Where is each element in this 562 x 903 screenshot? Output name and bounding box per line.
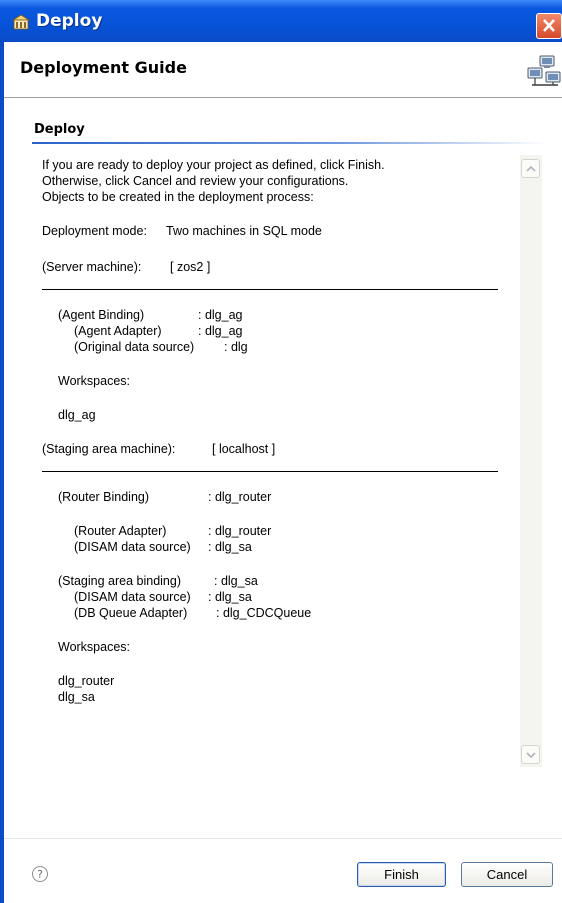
page-title: Deployment Guide (20, 58, 187, 77)
server-machine-label: (Server machine): (42, 260, 142, 274)
section-title: Deploy (34, 122, 85, 137)
workspace-item: dlg_router (58, 674, 115, 688)
router-binding-label: (Router Binding) (58, 490, 150, 504)
chevron-up-icon (526, 165, 536, 172)
section-divider (32, 142, 548, 144)
wizard-header: Deployment Guide (4, 42, 562, 98)
scroll-down-button[interactable] (521, 745, 540, 764)
footer-divider (4, 838, 562, 839)
staging-binding-value: : dlg_sa (214, 574, 258, 588)
title-bar[interactable]: Deploy (0, 0, 562, 42)
intro-line-1: If you are ready to deploy your project … (42, 158, 385, 172)
staging-machine-value: [ localhost ] (212, 442, 276, 456)
scroll-up-button[interactable] (521, 159, 540, 178)
window-title: Deploy (36, 11, 103, 31)
router-adapter-label: (Router Adapter) (74, 524, 167, 538)
router-adapter-value: : dlg_router (208, 524, 272, 538)
db-queue-adapter-label: (DB Queue Adapter) (74, 606, 188, 620)
cancel-button[interactable]: Cancel (461, 862, 553, 887)
vertical-scrollbar[interactable] (520, 155, 542, 767)
agent-adapter-value: : dlg_ag (198, 324, 243, 338)
close-icon (543, 19, 555, 32)
disam-datasource-value: : dlg_sa (208, 540, 252, 554)
workspaces-label: Workspaces: (58, 640, 131, 654)
workspace-item: dlg_ag (58, 408, 96, 422)
original-datasource-label: (Original data source) (74, 340, 195, 354)
mode-label: Deployment mode: (42, 224, 147, 238)
building-icon (12, 14, 30, 30)
deploy-dialog: Deploy Deployment Guide Deploy If you ar… (0, 0, 562, 903)
disam-datasource-label: (DISAM data source) (74, 590, 191, 604)
finish-button[interactable]: Finish (357, 862, 446, 887)
agent-binding-label: (Agent Binding) (58, 308, 145, 322)
deployment-summary-text[interactable]: If you are ready to deploy your project … (42, 158, 512, 768)
separator-line (42, 471, 498, 472)
mode-value: Two machines in SQL mode (166, 224, 322, 238)
separator-line (42, 289, 498, 290)
help-icon[interactable]: ? (32, 866, 48, 882)
agent-adapter-label: (Agent Adapter) (74, 324, 162, 338)
server-machine-value: [ zos2 ] (170, 260, 211, 274)
workspaces-label: Workspaces: (58, 374, 131, 388)
original-datasource-value: : dlg (224, 340, 248, 354)
staging-machine-label: (Staging area machine): (42, 442, 176, 456)
disam-datasource-value: : dlg_sa (208, 590, 252, 604)
disam-datasource-label: (DISAM data source) (74, 540, 191, 554)
workspace-item: dlg_sa (58, 690, 95, 704)
agent-binding-value: : dlg_ag (198, 308, 243, 322)
db-queue-adapter-value: : dlg_CDCQueue (216, 606, 312, 620)
network-computers-icon (527, 55, 561, 86)
chevron-down-icon (526, 752, 536, 759)
staging-binding-label: (Staging area binding) (58, 574, 181, 588)
intro-line-3: Objects to be created in the deployment … (42, 190, 314, 204)
intro-line-2: Otherwise, click Cancel and review your … (42, 174, 349, 188)
router-binding-value: : dlg_router (208, 490, 272, 504)
close-button[interactable] (536, 13, 562, 39)
